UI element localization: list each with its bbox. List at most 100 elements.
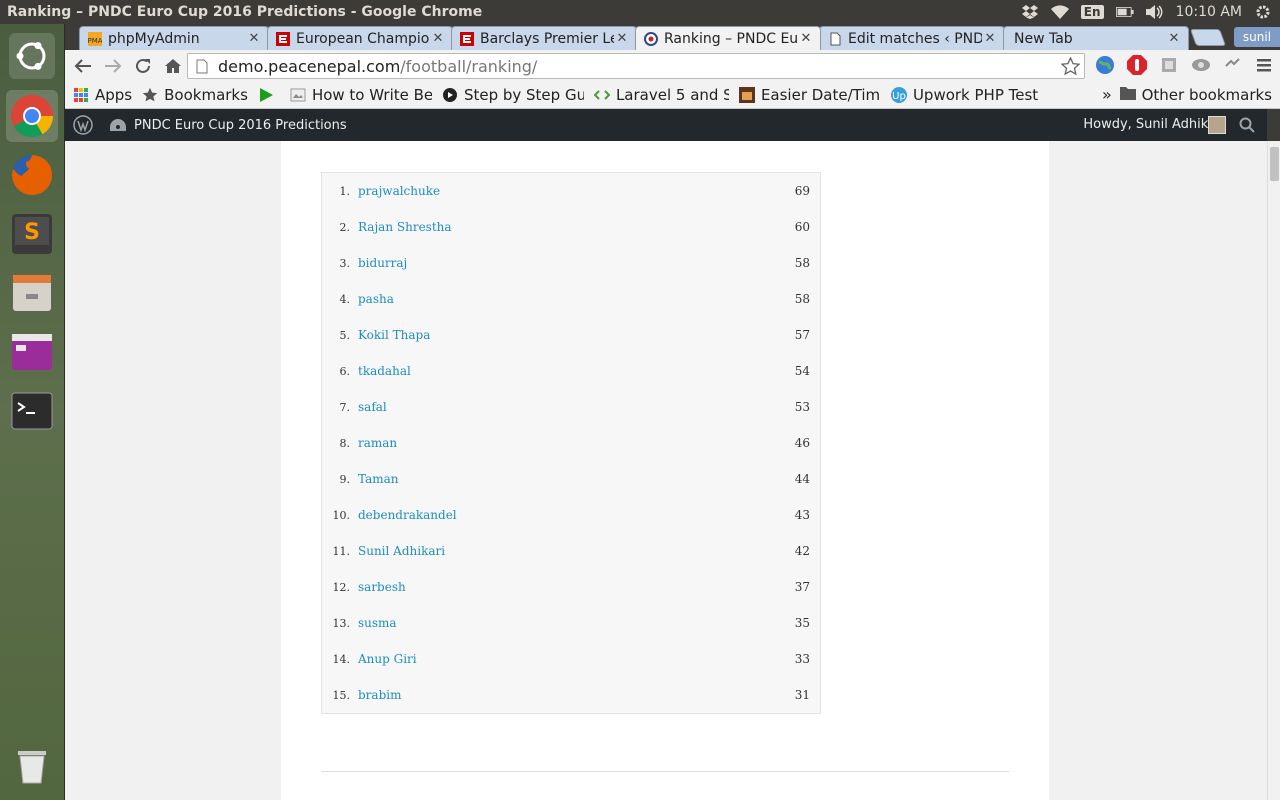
player-name-link[interactable]: pasha	[358, 292, 394, 306]
ranking-row: 12. sarbesh 37	[322, 569, 820, 605]
bookmarks-bar: Apps Bookmarks How to Write Bet Step by …	[65, 82, 1280, 109]
firefox-launcher-icon[interactable]	[6, 149, 58, 201]
wordpress-logo-icon[interactable]	[73, 115, 93, 135]
address-bar[interactable]: demo.peacenepal.com/football/ranking/	[187, 53, 1085, 79]
player-name-link[interactable]: bidurraj	[358, 256, 407, 270]
player-points: 58	[794, 292, 810, 306]
date-icon	[738, 87, 755, 103]
player-name-link[interactable]: Rajan Shrestha	[358, 220, 452, 234]
player-name-link[interactable]: Kokil Thapa	[358, 328, 430, 342]
window-title: Ranking – PNDC Euro Cup 2016 Predictions…	[7, 4, 483, 20]
rank-number: 5.	[339, 328, 351, 342]
player-name-link[interactable]: susma	[358, 616, 397, 630]
player-points: 58	[794, 256, 810, 270]
bookmark-play[interactable]	[258, 87, 280, 103]
ubuntu-dash-icon[interactable]	[6, 30, 58, 82]
clock[interactable]: 10:10 AM	[1176, 4, 1242, 20]
bookmark-label: Bookmarks	[164, 86, 248, 104]
tab-new-tab[interactable]: New Tab ✕	[1003, 26, 1189, 50]
adblock-extension-icon[interactable]	[1126, 54, 1148, 80]
bookmark-easier-date[interactable]: Easier Date/Time	[738, 86, 881, 104]
star-icon[interactable]	[1060, 56, 1081, 80]
close-icon[interactable]: ✕	[798, 31, 814, 46]
bookmark-step-by-step[interactable]: Step by Step Guid	[442, 86, 584, 104]
close-icon[interactable]: ✕	[430, 31, 446, 46]
player-name-link[interactable]: tkadahal	[358, 364, 411, 378]
tab-ranking[interactable]: Ranking – PNDC Eu ✕	[635, 26, 821, 50]
site-name-link[interactable]: PNDC Euro Cup 2016 Predictions	[134, 118, 347, 133]
bookmark-label: Apps	[95, 86, 133, 104]
scrollbar[interactable]	[1267, 141, 1280, 800]
player-points: 42	[794, 544, 810, 558]
indicator-area: En 10:10 AM	[1021, 0, 1280, 24]
profile-button[interactable]: sunil	[1234, 27, 1280, 47]
player-name-link[interactable]: Anup Giri	[358, 652, 417, 666]
player-name-link[interactable]: safal	[358, 400, 387, 414]
rank-number: 2.	[339, 220, 351, 234]
rank-number: 10.	[332, 508, 351, 522]
back-button[interactable]	[69, 52, 97, 80]
tab-european-championship[interactable]: European Champio ✕	[267, 26, 453, 50]
globe-extension-icon[interactable]	[1094, 54, 1116, 80]
ranking-row: 10. debendrakandel 43	[322, 497, 820, 533]
svg-text:Up: Up	[892, 91, 906, 102]
forward-button[interactable]	[99, 52, 127, 80]
player-name-link[interactable]: sarbesh	[358, 580, 406, 594]
bookmark-laravel[interactable]: Laravel 5 and Soc	[593, 86, 729, 104]
player-name-link[interactable]: raman	[358, 436, 397, 450]
terminal-launcher-icon[interactable]	[6, 385, 58, 437]
close-icon[interactable]: ✕	[982, 31, 998, 46]
extension-icon[interactable]	[1222, 54, 1244, 80]
bookmark-label: How to Write Bet	[311, 86, 432, 104]
tab-phpmyadmin[interactable]: PMA phpMyAdmin ✕	[79, 26, 269, 50]
trash-launcher-icon[interactable]	[6, 740, 58, 792]
bookmark-label: Easier Date/Time	[760, 86, 881, 104]
files-launcher-icon[interactable]	[6, 267, 58, 319]
bookmark-apps[interactable]: Apps	[73, 86, 132, 104]
scrollbar-thumb[interactable]	[1270, 147, 1279, 181]
url-path: /football/ranking/	[400, 56, 538, 76]
player-name-link[interactable]: prajwalchuke	[358, 184, 440, 198]
wifi-icon[interactable]	[1050, 4, 1069, 20]
home-button[interactable]	[159, 52, 187, 80]
player-name-link[interactable]: brabim	[358, 688, 401, 702]
tab-barclays-premier-league[interactable]: Barclays Premier Le ✕	[451, 26, 637, 50]
chrome-launcher-icon[interactable]	[6, 90, 58, 142]
browser-toolbar: demo.peacenepal.com/football/ranking/	[65, 50, 1280, 82]
ranking-row: 1. prajwalchuke 69	[322, 173, 820, 209]
extension-icon[interactable]	[1190, 54, 1212, 80]
dropbox-icon[interactable]	[1021, 4, 1039, 20]
bookmark-label: Upwork PHP Test	[912, 86, 1039, 104]
reload-button[interactable]	[129, 52, 157, 80]
ranking-row: 7. safal 53	[322, 389, 820, 425]
gear-icon[interactable]	[1254, 4, 1272, 20]
espn-favicon-icon	[460, 31, 474, 46]
close-icon[interactable]: ✕	[614, 31, 630, 46]
bookmark-upwork[interactable]: Up Upwork PHP Test	[890, 86, 1041, 104]
extension-icon[interactable]	[1158, 54, 1180, 80]
avatar[interactable]	[1208, 116, 1226, 134]
more-bookmarks-chevron-icon[interactable]: »	[1102, 85, 1112, 104]
new-tab-button[interactable]	[1189, 29, 1227, 46]
volume-icon[interactable]	[1145, 4, 1164, 20]
page-icon	[196, 59, 208, 74]
sublime-text-launcher-icon[interactable]: S	[6, 208, 58, 260]
rank-number: 1.	[339, 184, 351, 198]
player-name-link[interactable]: Taman	[358, 472, 399, 486]
rank-number: 8.	[339, 436, 351, 450]
close-icon[interactable]: ✕	[246, 31, 262, 46]
menu-icon[interactable]	[1254, 54, 1274, 80]
battery-icon[interactable]	[1115, 4, 1134, 20]
search-icon[interactable]	[1239, 117, 1255, 137]
dashboard-icon[interactable]	[109, 117, 127, 133]
player-name-link[interactable]: Sunil Adhikari	[358, 544, 445, 558]
tab-edit-matches[interactable]: Edit matches ‹ PND ✕	[819, 26, 1005, 50]
player-name-link[interactable]: debendrakandel	[358, 508, 457, 522]
bookmark-how-to-write[interactable]: How to Write Bet	[290, 86, 432, 104]
bookmark-bookmarks[interactable]: Bookmarks	[142, 86, 248, 104]
bookmark-other-bookmarks[interactable]: Other bookmarks	[1119, 86, 1272, 104]
app-launcher-icon[interactable]	[6, 326, 58, 378]
close-icon[interactable]: ✕	[1166, 31, 1182, 46]
keyboard-layout-indicator[interactable]: En	[1080, 5, 1104, 19]
howdy-user-link[interactable]: Howdy, Sunil Adhikari	[1083, 117, 1225, 132]
